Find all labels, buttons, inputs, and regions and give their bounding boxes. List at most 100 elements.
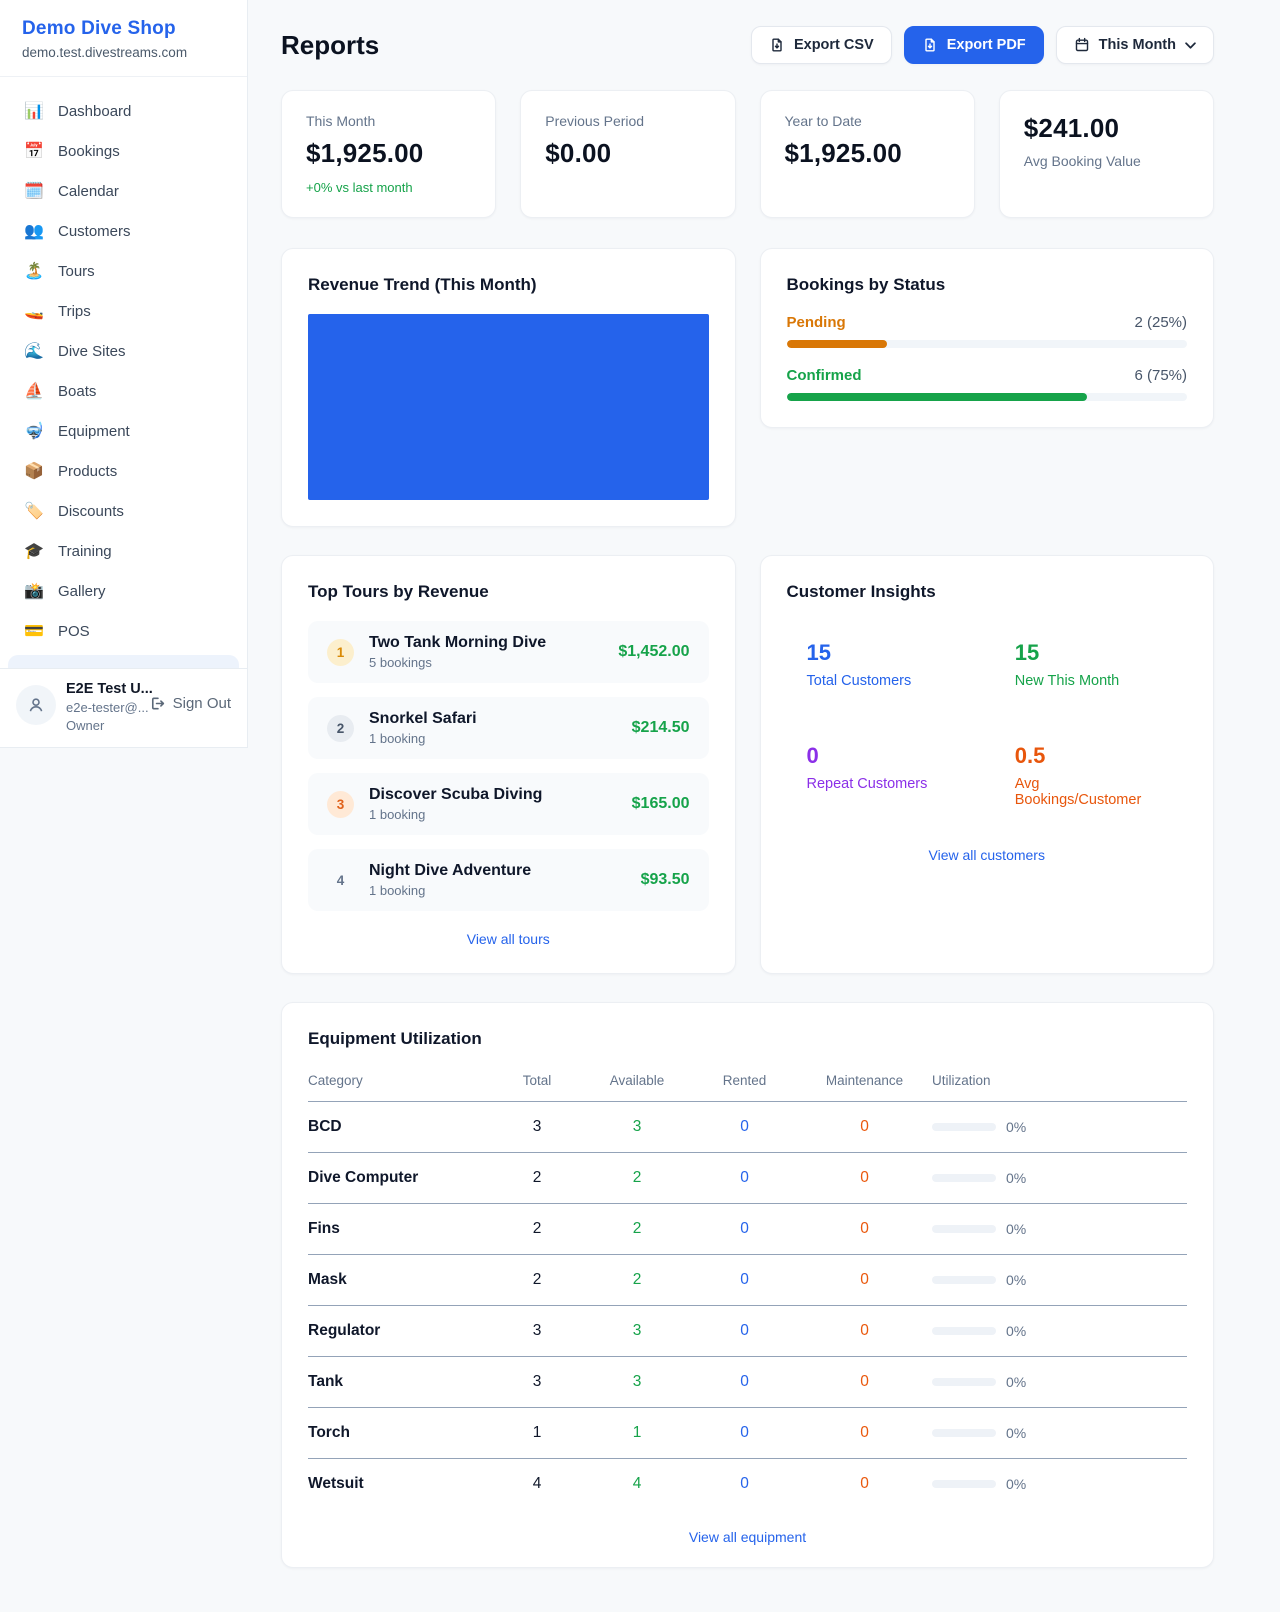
top-tours-title: Top Tours by Revenue — [308, 582, 709, 602]
status-bar-track — [787, 340, 1188, 348]
sidebar-item[interactable]: 🏝️ Tours — [0, 251, 247, 291]
sign-out-button[interactable]: Sign Out — [149, 695, 231, 712]
sidebar-item[interactable]: 🎓 Training — [0, 531, 247, 571]
rank-badge: 2 — [327, 715, 354, 742]
nav-icon: 🎓 — [24, 541, 44, 561]
equipment-total: 2 — [492, 1204, 582, 1255]
nav-icon: 🏝️ — [24, 261, 44, 281]
sidebar-item[interactable]: 📅 Bookings — [0, 131, 247, 171]
sidebar-item[interactable]: 💳 POS — [0, 611, 247, 651]
equipment-category: Dive Computer — [308, 1153, 492, 1204]
sidebar-item[interactable]: 🏷️ Discounts — [0, 491, 247, 531]
nav-icon: 📊 — [24, 101, 44, 121]
nav-label: Dive Sites — [58, 343, 126, 360]
insights-row: Top Tours by Revenue 1 Two Tank Morning … — [281, 555, 1214, 974]
view-all-equipment-link[interactable]: View all equipment — [308, 1529, 1187, 1545]
insight-label: Repeat Customers — [807, 776, 959, 792]
revenue-trend-chart — [308, 314, 709, 500]
equipment-table: Category Total Available Rented Maintena… — [308, 1061, 1187, 1509]
equipment-category: Tank — [308, 1357, 492, 1408]
sidebar-item[interactable]: 📊 Dashboard — [0, 91, 247, 131]
main-content: Reports Export CSV Export PDF — [248, 0, 1280, 1612]
equipment-total: 4 — [492, 1459, 582, 1510]
utilization-percent: 0% — [1006, 1119, 1026, 1135]
tour-amount: $165.00 — [632, 795, 690, 813]
tour-info: Discover Scuba Diving 1 booking — [369, 786, 542, 822]
stats-row: This Month $1,925.00 +0% vs last month P… — [281, 90, 1214, 218]
sign-out-label: Sign Out — [173, 695, 231, 712]
equipment-total: 1 — [492, 1408, 582, 1459]
sidebar-nav: 📊 Dashboard 📅 Bookings 🗓️ Calendar 👥 Cus… — [0, 77, 247, 651]
status-group: Confirmed 6 (75%) — [787, 367, 1188, 401]
nav-icon: 📸 — [24, 581, 44, 601]
period-selector[interactable]: This Month — [1056, 26, 1214, 64]
sidebar-item[interactable]: 🗓️ Calendar — [0, 171, 247, 211]
nav-active-item-peek[interactable] — [8, 655, 239, 668]
view-all-tours-link[interactable]: View all tours — [308, 931, 709, 947]
equipment-utilization-cell: 0% — [932, 1459, 1187, 1510]
bookings-by-status-title: Bookings by Status — [787, 275, 1188, 295]
status-count: 6 (75%) — [1134, 367, 1187, 384]
export-csv-button[interactable]: Export CSV — [751, 26, 892, 64]
equipment-category: Regulator — [308, 1306, 492, 1357]
bookings-by-status-card: Bookings by Status Pending 2 (25%) — [760, 248, 1215, 428]
tour-bookings: 1 booking — [369, 807, 542, 822]
col-total: Total — [492, 1061, 582, 1102]
stat-label: Year to Date — [785, 113, 950, 129]
sidebar-item[interactable]: 🚤 Trips — [0, 291, 247, 331]
equipment-rented: 0 — [692, 1306, 797, 1357]
nav-label: Bookings — [58, 143, 120, 160]
calendar-icon — [1074, 37, 1090, 53]
user-role: Owner — [66, 718, 139, 733]
stat-value: $241.00 — [1024, 113, 1189, 144]
equipment-utilization-cell: 0% — [932, 1306, 1187, 1357]
equipment-available: 2 — [582, 1204, 692, 1255]
col-available: Available — [582, 1061, 692, 1102]
sidebar-item[interactable]: 📦 Products — [0, 451, 247, 491]
equipment-row: Tank 3 3 0 0 0% — [308, 1357, 1187, 1408]
equipment-table-header: Category Total Available Rented Maintena… — [308, 1061, 1187, 1102]
equipment-available: 4 — [582, 1459, 692, 1510]
view-all-customers-link[interactable]: View all customers — [787, 847, 1188, 863]
nav-icon: 🤿 — [24, 421, 44, 441]
stat-value: $1,925.00 — [785, 138, 950, 169]
sidebar-item[interactable]: 👥 Customers — [0, 211, 247, 251]
equipment-total: 3 — [492, 1102, 582, 1153]
insight-value: 0 — [807, 743, 959, 769]
tour-info: Two Tank Morning Dive 5 bookings — [369, 634, 546, 670]
sidebar-item[interactable]: 🤿 Equipment — [0, 411, 247, 451]
stat-card-avg-booking-value: $241.00 Avg Booking Value — [999, 90, 1214, 218]
stat-card-this-month: This Month $1,925.00 +0% vs last month — [281, 90, 496, 218]
sidebar-item[interactable]: 🌊 Dive Sites — [0, 331, 247, 371]
shop-domain: demo.test.divestreams.com — [22, 45, 225, 60]
sidebar-item[interactable]: 📸 Gallery — [0, 571, 247, 611]
chevron-down-icon — [1185, 42, 1196, 49]
tour-bookings: 5 bookings — [369, 655, 546, 670]
insight-label: New This Month — [1015, 673, 1167, 689]
tour-list: 1 Two Tank Morning Dive 5 bookings $1,45… — [308, 621, 709, 911]
tour-name: Night Dive Adventure — [369, 862, 531, 880]
stat-label: This Month — [306, 113, 471, 129]
equipment-rented: 0 — [692, 1102, 797, 1153]
tour-name: Two Tank Morning Dive — [369, 634, 546, 652]
equipment-total: 2 — [492, 1153, 582, 1204]
col-maintenance: Maintenance — [797, 1061, 932, 1102]
equipment-utilization-cell: 0% — [932, 1204, 1187, 1255]
insight-tile: 0 Repeat Customers — [787, 724, 979, 827]
insight-value: 0.5 — [1015, 743, 1167, 769]
equipment-total: 2 — [492, 1255, 582, 1306]
export-pdf-button[interactable]: Export PDF — [904, 26, 1044, 64]
nav-label: Tours — [58, 263, 95, 280]
equipment-utilization-cell: 0% — [932, 1153, 1187, 1204]
top-tours-card: Top Tours by Revenue 1 Two Tank Morning … — [281, 555, 736, 974]
nav-label: Products — [58, 463, 117, 480]
tour-row: 4 Night Dive Adventure 1 booking $93.50 — [308, 849, 709, 911]
nav-label: Gallery — [58, 583, 106, 600]
tour-bookings: 1 booking — [369, 883, 531, 898]
insight-tile: 15 Total Customers — [787, 621, 979, 708]
equipment-category: Wetsuit — [308, 1459, 492, 1510]
status-bar-track — [787, 393, 1188, 401]
stat-card-previous-period: Previous Period $0.00 — [520, 90, 735, 218]
equipment-available: 2 — [582, 1153, 692, 1204]
sidebar-item[interactable]: ⛵ Boats — [0, 371, 247, 411]
